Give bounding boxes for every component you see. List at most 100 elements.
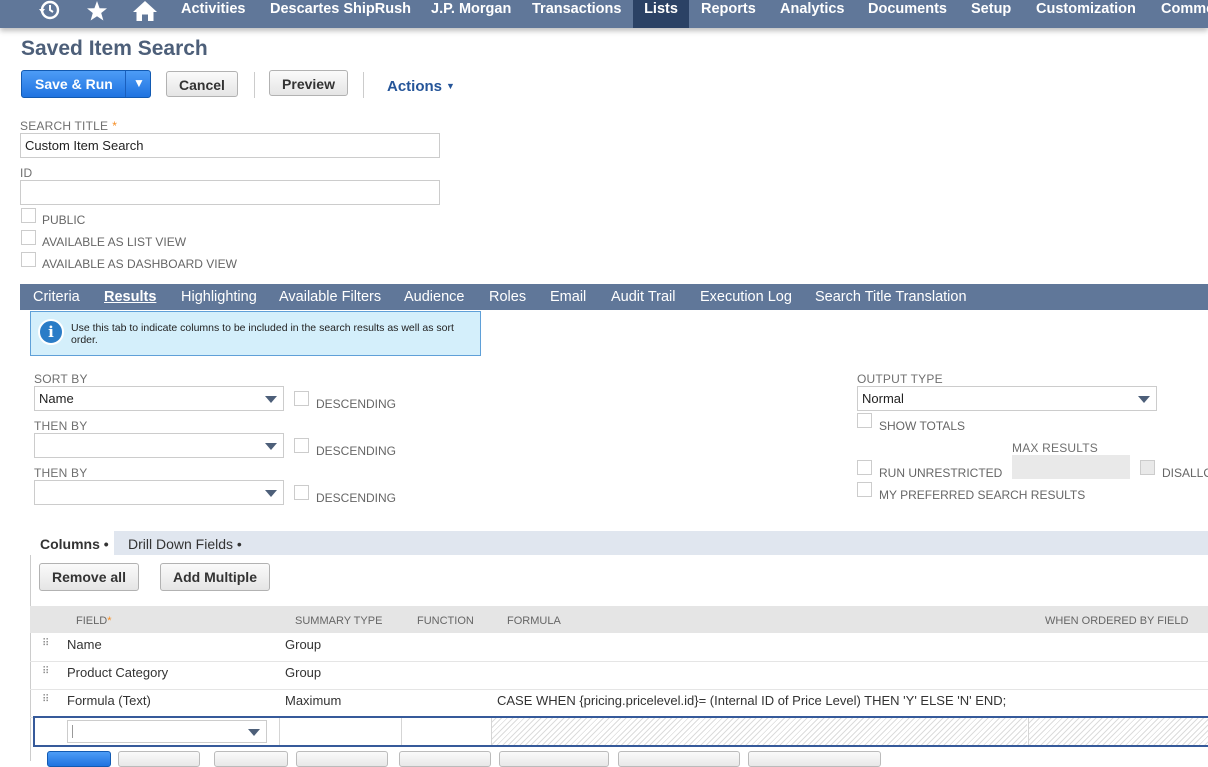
add-multiple-button[interactable]: Add Multiple bbox=[160, 563, 270, 591]
row-summary-type: Group bbox=[285, 637, 322, 652]
row-field: Name bbox=[67, 637, 102, 652]
then-by-label-2: THEN BY bbox=[34, 466, 88, 480]
descending-checkbox-2[interactable] bbox=[294, 438, 309, 453]
header-when-ordered-by-field: WHEN ORDERED BY FIELD bbox=[1045, 615, 1189, 627]
tab-roles[interactable]: Roles bbox=[489, 289, 526, 305]
descending-label-2: DESCENDING bbox=[316, 444, 397, 458]
dashboard-view-label: AVAILABLE AS DASHBOARD VIEW bbox=[42, 257, 237, 271]
search-title-label: SEARCH TITLE * bbox=[20, 119, 117, 133]
show-totals-checkbox[interactable] bbox=[857, 413, 872, 428]
dashboard-view-checkbox[interactable] bbox=[21, 252, 36, 267]
preferred-results-checkbox[interactable] bbox=[857, 482, 872, 497]
move-to-top-button[interactable] bbox=[618, 751, 740, 767]
output-type-value: Normal bbox=[862, 391, 904, 406]
table-row[interactable]: ⠿ Formula (Text) Maximum CASE WHEN {pric… bbox=[30, 689, 1208, 718]
dropdown-arrow-icon bbox=[265, 396, 277, 403]
public-checkbox[interactable] bbox=[21, 208, 36, 223]
subtab-drill-down-fields[interactable]: Drill Down Fields • bbox=[128, 536, 242, 552]
remove-button[interactable] bbox=[296, 751, 388, 767]
run-unrestricted-checkbox[interactable] bbox=[857, 460, 872, 475]
nav-analytics[interactable]: Analytics bbox=[780, 0, 844, 28]
nav-commerce[interactable]: Comme bbox=[1161, 0, 1208, 28]
nav-descartes-shiprush[interactable]: Descartes ShipRush bbox=[270, 0, 411, 28]
descending-checkbox-3[interactable] bbox=[294, 485, 309, 500]
run-unrestricted-label: RUN UNRESTRICTED bbox=[879, 466, 1003, 480]
drag-handle-icon[interactable]: ⠿ bbox=[42, 639, 49, 654]
nav-setup[interactable]: Setup bbox=[971, 0, 1011, 28]
cancel-row-button[interactable] bbox=[118, 751, 200, 767]
descending-checkbox-1[interactable] bbox=[294, 391, 309, 406]
drag-handle-icon[interactable]: ⠿ bbox=[42, 667, 49, 682]
add-button[interactable] bbox=[47, 751, 111, 767]
tab-audience[interactable]: Audience bbox=[404, 289, 464, 305]
top-nav: Activities Descartes ShipRush J.P. Morga… bbox=[0, 0, 1208, 28]
home-icon[interactable] bbox=[132, 0, 158, 22]
nav-transactions[interactable]: Transactions bbox=[532, 0, 621, 28]
move-down-button[interactable] bbox=[499, 751, 609, 767]
dropdown-arrow-icon bbox=[248, 729, 260, 736]
descending-label-1: DESCENDING bbox=[316, 397, 397, 411]
then-by-label-1: THEN BY bbox=[34, 419, 88, 433]
cancel-button[interactable]: Cancel bbox=[166, 71, 238, 97]
save-and-run-label: Save & Run bbox=[35, 76, 113, 92]
row-summary-type: Maximum bbox=[285, 693, 342, 708]
save-and-run-button[interactable]: Save & Run ▼ bbox=[21, 70, 151, 98]
preview-button[interactable]: Preview bbox=[269, 70, 348, 96]
info-icon: i bbox=[38, 319, 64, 345]
dropdown-arrow-icon bbox=[1138, 396, 1150, 403]
page-title: Saved Item Search bbox=[21, 37, 208, 60]
tab-criteria[interactable]: Criteria bbox=[33, 289, 80, 305]
nav-jp-morgan[interactable]: J.P. Morgan bbox=[431, 0, 511, 28]
nav-activities[interactable]: Activities bbox=[181, 0, 245, 28]
caret-down-icon: ▼ bbox=[446, 81, 455, 91]
header-function: FUNCTION bbox=[417, 615, 474, 627]
text-cursor bbox=[72, 725, 73, 738]
tab-audit-trail[interactable]: Audit Trail bbox=[611, 289, 675, 305]
cell-divider bbox=[1028, 718, 1029, 745]
tab-execution-log[interactable]: Execution Log bbox=[700, 289, 792, 305]
id-input[interactable] bbox=[20, 180, 440, 205]
move-up-button[interactable] bbox=[399, 751, 491, 767]
nav-reports[interactable]: Reports bbox=[701, 0, 756, 28]
dropdown-arrow-icon bbox=[265, 490, 277, 497]
then-by-select-2[interactable] bbox=[34, 480, 284, 505]
nav-documents[interactable]: Documents bbox=[868, 0, 947, 28]
header-field: FIELD* bbox=[76, 615, 111, 627]
tab-email[interactable]: Email bbox=[550, 289, 586, 305]
move-to-bottom-button[interactable] bbox=[748, 751, 881, 767]
tab-results[interactable]: Results bbox=[104, 289, 156, 305]
table-row[interactable]: ⠿ Name Group bbox=[30, 633, 1208, 662]
disallow-checkbox bbox=[1140, 460, 1155, 475]
search-title-input[interactable]: Custom Item Search bbox=[20, 133, 440, 158]
insert-button[interactable] bbox=[214, 751, 288, 767]
dropdown-arrow-icon[interactable]: ▼ bbox=[133, 76, 145, 90]
grid-header: FIELD* SUMMARY TYPE FUNCTION FORMULA WHE… bbox=[30, 606, 1208, 633]
public-label: PUBLIC bbox=[42, 213, 86, 227]
table-row[interactable]: ⠿ Product Category Group bbox=[30, 661, 1208, 690]
button-divider bbox=[125, 71, 126, 97]
subtab-columns[interactable]: Columns • bbox=[40, 536, 109, 552]
nav-lists[interactable]: Lists bbox=[633, 0, 689, 28]
sort-by-select[interactable]: Name bbox=[34, 386, 284, 411]
star-icon[interactable] bbox=[85, 0, 109, 22]
remove-all-button[interactable]: Remove all bbox=[39, 563, 139, 591]
descending-label-3: DESCENDING bbox=[316, 491, 397, 505]
tab-highlighting[interactable]: Highlighting bbox=[181, 289, 257, 305]
then-by-select-1[interactable] bbox=[34, 433, 284, 458]
nav-customization[interactable]: Customization bbox=[1036, 0, 1136, 28]
actions-menu[interactable]: Actions ▼ bbox=[387, 78, 455, 95]
cell-divider bbox=[491, 718, 492, 745]
list-view-checkbox[interactable] bbox=[21, 230, 36, 245]
drag-handle-icon[interactable]: ⠿ bbox=[42, 695, 49, 710]
tab-search-title-translation[interactable]: Search Title Translation bbox=[815, 289, 967, 305]
new-field-select[interactable] bbox=[67, 720, 267, 743]
id-label: ID bbox=[20, 166, 33, 180]
tab-available-filters[interactable]: Available Filters bbox=[279, 289, 381, 305]
history-icon[interactable] bbox=[36, 0, 62, 22]
info-message: i Use this tab to indicate columns to be… bbox=[30, 311, 481, 356]
toolbar-divider bbox=[363, 72, 364, 98]
new-column-row[interactable] bbox=[33, 716, 1208, 747]
output-type-select[interactable]: Normal bbox=[857, 386, 1157, 411]
max-results-input[interactable] bbox=[1012, 455, 1130, 479]
nav-lists-label: Lists bbox=[644, 1, 678, 17]
